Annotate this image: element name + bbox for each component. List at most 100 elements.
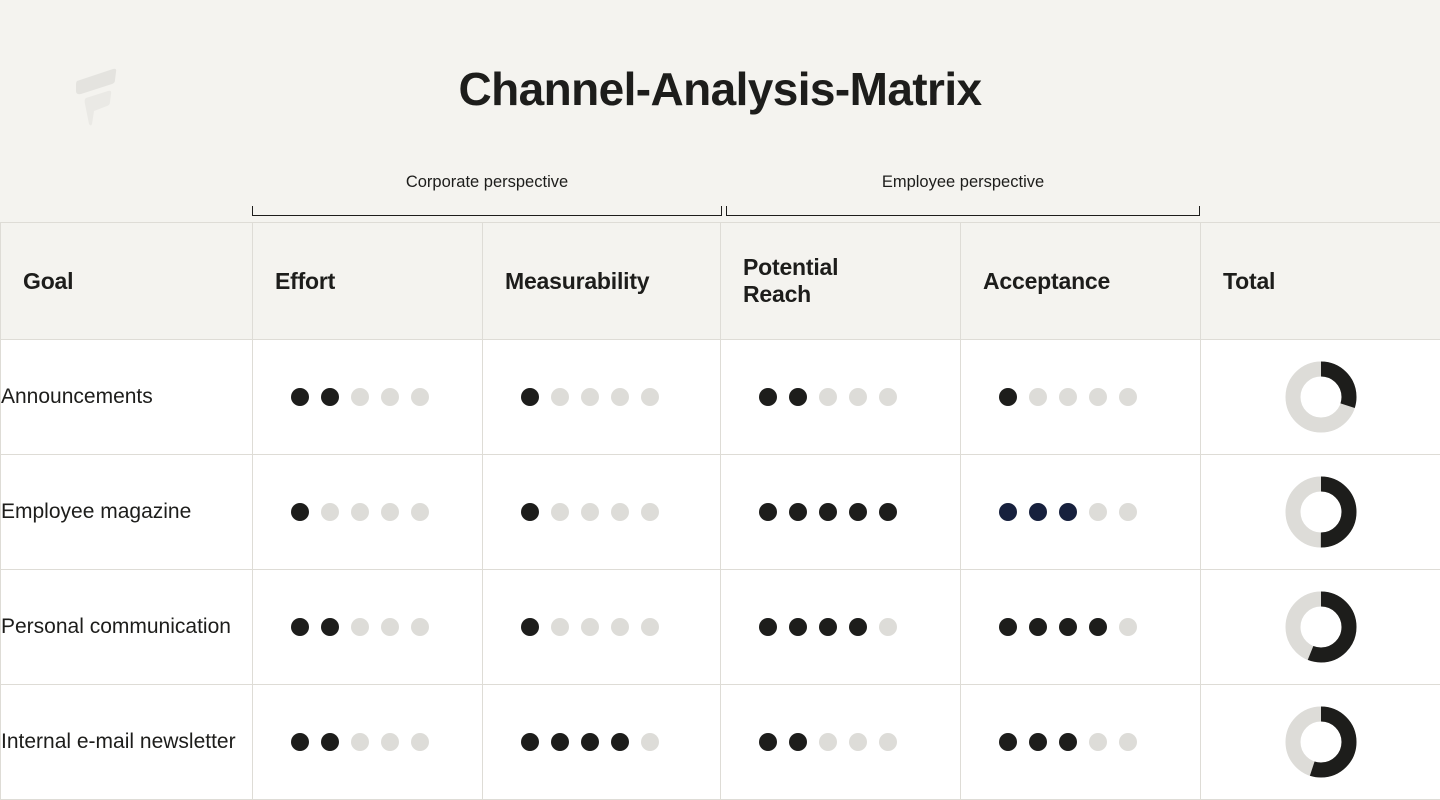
table-row: Employee magazine [0,454,1440,570]
rating-dot-empty [1089,503,1107,521]
rating-dots-potential-reach [721,733,960,751]
rating-dot-filled [849,618,867,636]
cell-measurability [482,684,721,800]
table-body: Announcements Employee magazine Personal c… [0,339,1440,800]
rating-dot-filled [819,503,837,521]
rating-dot-empty [321,503,339,521]
rating-dot-filled [521,733,539,751]
rating-dot-empty [611,503,629,521]
table-row: Internal e-mail newsletter [0,684,1440,800]
rating-dot-filled [1059,733,1077,751]
perspective-label-employee: Employee perspective [881,173,1045,191]
table-header-row: Goal Effort Measurability Potential Reach… [0,222,1440,340]
rating-dot-filled [759,388,777,406]
rating-dot-filled [999,503,1017,521]
rating-dot-empty [879,733,897,751]
rating-dots-measurability [483,618,720,636]
rating-dot-filled [789,503,807,521]
rating-dots-acceptance [961,388,1200,406]
rating-dot-filled [759,503,777,521]
rating-dot-filled [789,733,807,751]
total-donut-chart [1285,361,1356,433]
rating-dots-potential-reach [721,388,960,406]
cell-acceptance [960,339,1201,455]
perspective-bracket-employee [726,206,1200,216]
rating-dot-filled [759,618,777,636]
rating-dot-empty [611,388,629,406]
cell-acceptance [960,454,1201,570]
rating-dots-effort [253,503,482,521]
rating-dot-empty [411,618,429,636]
rating-dot-filled [321,733,339,751]
rating-dots-measurability [483,388,720,406]
rating-dot-empty [1059,388,1077,406]
rating-dot-empty [351,618,369,636]
rating-dot-filled [999,733,1017,751]
perspective-group-corporate: Corporate perspective [252,172,722,216]
cell-goal-label: Personal communication [0,569,253,685]
cell-goal-label: Employee magazine [0,454,253,570]
rating-dot-empty [351,733,369,751]
channel-analysis-matrix-table: Goal Effort Measurability Potential Reach… [0,222,1440,800]
rating-dot-empty [381,618,399,636]
rating-dot-empty [551,388,569,406]
rating-dot-filled [611,733,629,751]
rating-dot-empty [849,733,867,751]
rating-dot-empty [411,733,429,751]
rating-dot-empty [381,388,399,406]
rating-dots-acceptance [961,503,1200,521]
rating-dot-empty [641,618,659,636]
rating-dot-empty [641,733,659,751]
table-row: Personal communication [0,569,1440,685]
rating-dot-filled [1029,503,1047,521]
column-header-total: Total [1200,222,1440,340]
rating-dot-empty [641,503,659,521]
rating-dot-empty [581,388,599,406]
rating-dots-potential-reach [721,503,960,521]
rating-dot-filled [759,733,777,751]
total-donut-chart [1285,706,1356,778]
column-header-acceptance: Acceptance [960,222,1201,340]
column-header-measurability: Measurability [482,222,721,340]
rating-dots-acceptance [961,618,1200,636]
rating-dot-filled [1029,618,1047,636]
perspective-bracket-band: Corporate perspective Employee perspecti… [252,172,1200,216]
rating-dots-effort [253,733,482,751]
cell-total [1200,339,1440,455]
cell-total [1200,454,1440,570]
rating-dot-empty [611,618,629,636]
rating-dot-empty [849,388,867,406]
rating-dot-empty [819,388,837,406]
rating-dot-empty [581,618,599,636]
rating-dot-filled [581,733,599,751]
cell-potential-reach [720,454,961,570]
rating-dot-empty [1119,388,1137,406]
perspective-bracket-corporate [252,206,722,216]
page-title: Channel-Analysis-Matrix [458,63,983,115]
cell-effort [252,569,483,685]
cell-effort [252,339,483,455]
rating-dot-empty [1089,733,1107,751]
rating-dot-filled [521,618,539,636]
rating-dot-filled [291,618,309,636]
cell-acceptance [960,569,1201,685]
cell-goal-label: Announcements [0,339,253,455]
rating-dot-empty [641,388,659,406]
rating-dot-empty [1029,388,1047,406]
cell-potential-reach [720,339,961,455]
rating-dot-filled [819,618,837,636]
rating-dot-empty [1119,503,1137,521]
rating-dot-filled [999,388,1017,406]
rating-dot-filled [521,388,539,406]
rating-dot-empty [551,618,569,636]
rating-dot-filled [321,388,339,406]
rating-dot-filled [551,733,569,751]
rating-dot-filled [291,388,309,406]
rating-dot-filled [789,618,807,636]
rating-dot-filled [1059,503,1077,521]
rating-dot-filled [1089,618,1107,636]
cell-measurability [482,339,721,455]
perspective-group-employee: Employee perspective [726,172,1200,216]
rating-dot-filled [1059,618,1077,636]
cell-total [1200,684,1440,800]
